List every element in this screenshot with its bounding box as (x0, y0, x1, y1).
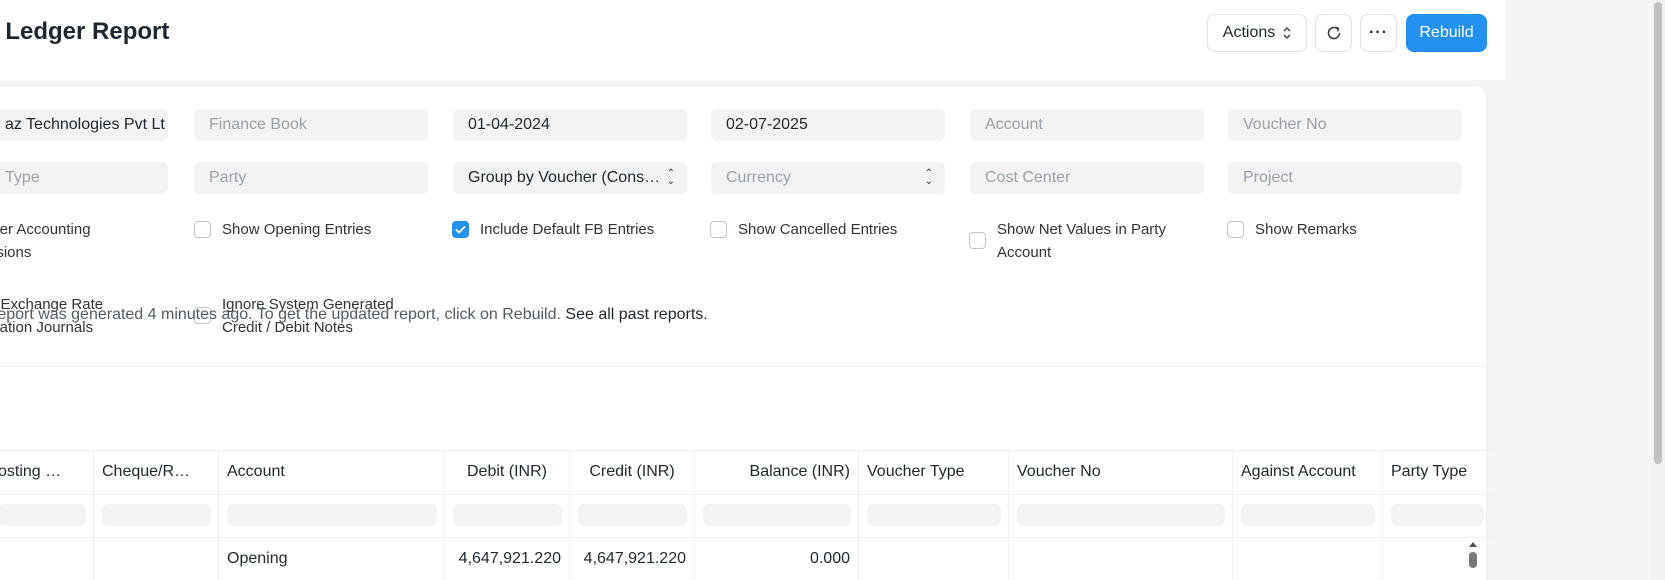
checkbox-label: Show Net Values in Party Account (997, 221, 1166, 261)
column-filter-input[interactable] (1241, 504, 1375, 526)
column-header-cheque[interactable]: Cheque/R… (94, 450, 219, 494)
table-cell[interactable] (859, 537, 1009, 580)
column-filter-input[interactable] (1391, 504, 1483, 526)
group-by-value: Group by Voucher (Cons… (468, 169, 661, 186)
past-reports-link[interactable]: See all past reports. (565, 306, 707, 323)
checkbox-label: Show Remarks (1255, 221, 1357, 238)
notice-text: report was generated 4 minutes ago. To g… (0, 306, 561, 323)
chevron-up-down-icon (1283, 27, 1291, 39)
checkbox-label: Include Default FB Entries (480, 221, 655, 238)
table-scrollbar[interactable] (1468, 540, 1478, 576)
currency-value: Currency (726, 169, 791, 186)
table-cell[interactable] (1233, 537, 1383, 580)
checkbox-label: Show Cancelled Entries (738, 221, 898, 238)
column-filter-input[interactable] (0, 504, 86, 526)
column-filter-input[interactable] (227, 504, 437, 526)
checkbox-label: ider Accountingnsions (0, 221, 91, 261)
column-header-against-account[interactable]: Against Account (1233, 450, 1383, 494)
column-filter-input[interactable] (578, 504, 687, 526)
show-cancelled-entries-checkbox[interactable]: Show Cancelled Entries (710, 218, 897, 241)
column-filter-cell (1009, 494, 1233, 537)
table-cell-credit[interactable]: 4,647,921.220 (570, 537, 695, 580)
refresh-button[interactable] (1315, 14, 1352, 52)
select-caret-icon: ⌃ ⌄ (666, 168, 675, 187)
finance-book-field[interactable]: Finance Book (194, 109, 428, 141)
select-caret-icon: ⌃ ⌄ (924, 168, 933, 187)
table-cell-account[interactable]: Opening (219, 537, 445, 580)
checkbox-box[interactable] (969, 232, 986, 249)
page-scrollbar[interactable] (1651, 0, 1665, 580)
show-remarks-checkbox[interactable]: Show Remarks (1227, 218, 1357, 241)
column-filter-input[interactable] (703, 504, 851, 526)
column-header-account[interactable]: Account (219, 450, 445, 494)
table-cell-debit[interactable]: 4,647,921.220 (445, 537, 570, 580)
column-filter-cell (859, 494, 1009, 537)
more-options-button[interactable]: ··· (1360, 14, 1397, 52)
actions-label: Actions (1222, 24, 1276, 41)
scroll-thumb[interactable] (1654, 2, 1662, 464)
column-filter-input[interactable] (102, 504, 211, 526)
checkbox-box[interactable] (194, 221, 211, 238)
project-field[interactable]: Project (1228, 162, 1462, 194)
column-filter-input[interactable] (867, 504, 1001, 526)
column-filter-input[interactable] (1017, 504, 1225, 526)
column-filter-cell (1233, 494, 1383, 537)
scroll-thumb[interactable] (1469, 552, 1477, 568)
column-header-voucher-type[interactable]: Voucher Type (859, 450, 1009, 494)
cost-center-field[interactable]: Cost Center (970, 162, 1204, 194)
checkbox-box[interactable] (452, 221, 469, 238)
column-filter-cell (695, 494, 859, 537)
column-filter-cell (570, 494, 695, 537)
checkbox-box[interactable] (1227, 221, 1244, 238)
column-header-posting-date[interactable]: osting … (0, 450, 94, 494)
rebuild-button[interactable]: Rebuild (1406, 14, 1487, 52)
column-header-balance[interactable]: Balance (INR) (695, 450, 859, 494)
party-type-field[interactable]: Type (0, 162, 168, 194)
party-field[interactable]: Party (194, 162, 428, 194)
from-date-field[interactable]: 01-04-2024 (453, 109, 687, 141)
company-field[interactable]: az Technologies Pvt Lt (0, 109, 168, 141)
column-filter-input[interactable] (453, 504, 562, 526)
show-opening-entries-checkbox[interactable]: Show Opening Entries (194, 218, 371, 241)
table-cell[interactable] (1009, 537, 1233, 580)
section-divider (0, 366, 1486, 367)
column-filter-cell (0, 494, 94, 537)
to-date-field[interactable]: 02-07-2025 (711, 109, 945, 141)
currency-select[interactable]: Currency ⌃ ⌄ (711, 162, 945, 194)
include-default-fb-checkbox[interactable]: Include Default FB Entries (452, 218, 654, 241)
checkmark-icon (455, 225, 466, 234)
accounting-dimensions-checkbox[interactable]: ider Accountingnsions (0, 218, 91, 264)
refresh-icon (1327, 26, 1340, 40)
column-filter-cell (1383, 494, 1483, 537)
page-title: l Ledger Report (0, 18, 170, 45)
checkbox-label: Show Opening Entries (222, 221, 372, 238)
table-cell[interactable] (94, 537, 219, 580)
page-header: l Ledger Report Actions ··· Rebuild (0, 0, 1505, 80)
account-field[interactable]: Account (970, 109, 1204, 141)
column-filter-cell (445, 494, 570, 537)
group-by-select[interactable]: Group by Voucher (Cons… ⌃ ⌄ (453, 162, 687, 194)
column-filter-cell (94, 494, 219, 537)
table-cell[interactable] (0, 537, 94, 580)
scroll-up-arrow-icon (1469, 542, 1477, 547)
column-header-credit[interactable]: Credit (INR) (570, 450, 695, 494)
show-net-values-checkbox[interactable]: Show Net Values in Party Account (969, 218, 1166, 264)
actions-button[interactable]: Actions (1207, 14, 1307, 52)
report-notice: report was generated 4 minutes ago. To g… (0, 306, 708, 324)
column-header-debit[interactable]: Debit (INR) (445, 450, 570, 494)
column-header-voucher-no[interactable]: Voucher No (1009, 450, 1233, 494)
checkbox-box[interactable] (710, 221, 727, 238)
column-filter-cell (219, 494, 445, 537)
voucher-no-field[interactable]: Voucher No (1228, 109, 1462, 141)
table-cell-balance[interactable]: 0.000 (695, 537, 859, 580)
column-header-party-type[interactable]: Party Type (1383, 450, 1483, 494)
